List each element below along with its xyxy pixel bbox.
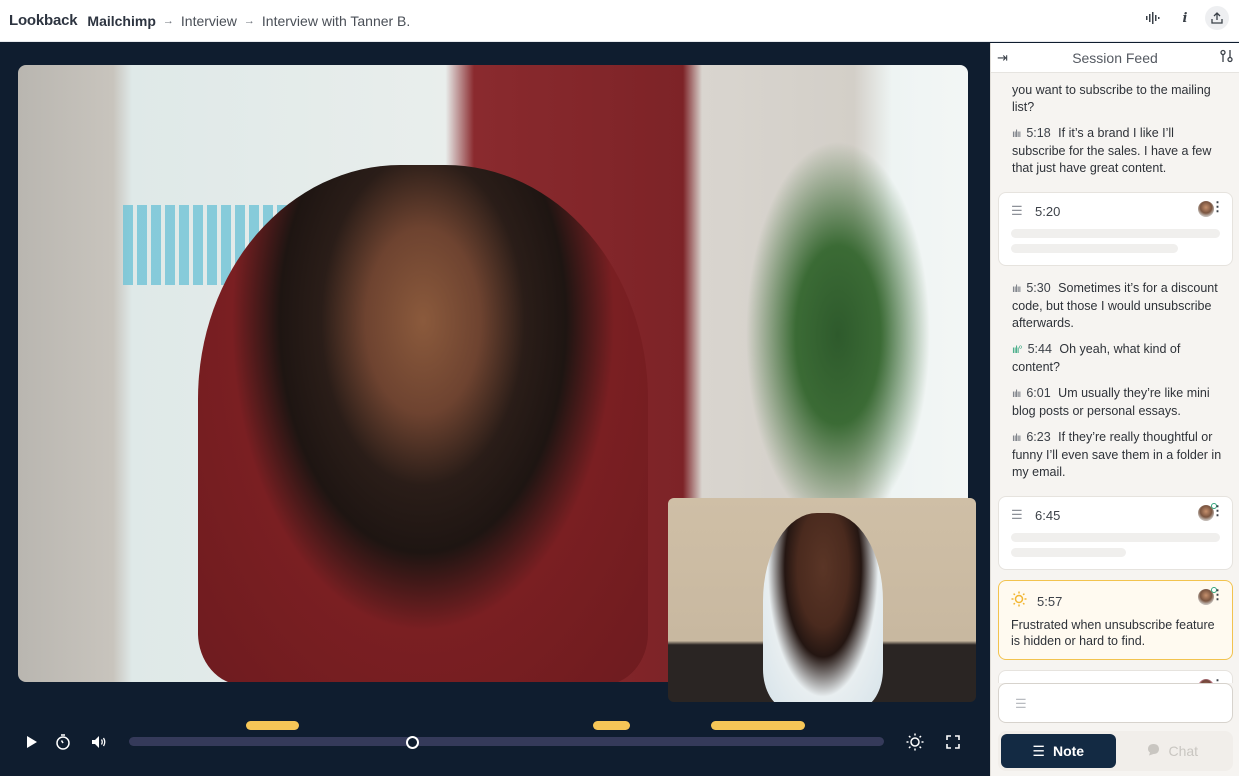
timer-button[interactable] [52, 731, 74, 753]
waveform-icon: ıılıı [1012, 389, 1021, 400]
waveform-icon: ıılıı [1012, 433, 1021, 444]
breadcrumb-arrow-icon: → [243, 14, 255, 27]
transcript-item[interactable]: ıılıı 5:18 If it’s a brand I like I’ll su… [991, 125, 1239, 177]
info-icon[interactable]: i [1173, 6, 1197, 30]
timeline-highlight-marker[interactable] [593, 721, 630, 730]
transcript-item[interactable]: ıılıı 5:30 Sometimes it’s for a discount … [991, 280, 1239, 332]
note-lines-icon: ☰ [1015, 696, 1027, 711]
timeline-scrubber[interactable] [406, 736, 420, 749]
volume-button[interactable] [88, 731, 110, 753]
tab-chat-label: Chat [1168, 743, 1199, 759]
audio-waveform-icon[interactable] [1141, 6, 1165, 30]
session-feed-panel: ⇥ Session Feed you want to subscribe to … [990, 43, 1239, 776]
waveform-icon: ıılıı [1012, 129, 1021, 140]
note-timestamp[interactable]: 6:45 [1035, 508, 1060, 523]
transcript-timestamp[interactable]: 6:23 [1026, 430, 1050, 444]
collapse-panel-icon[interactable]: ⇥ [997, 50, 1008, 66]
tab-note[interactable]: ☰ Note [1001, 734, 1116, 768]
chat-bubble-icon [1147, 743, 1160, 759]
note-lines-icon: ☰ [1011, 507, 1023, 522]
note-lines-icon: ☰ [1011, 203, 1023, 218]
more-options-icon[interactable]: ⋮ [1211, 588, 1224, 601]
transcript-item[interactable]: you want to subscribe to the mailing lis… [991, 82, 1239, 116]
timeline-track[interactable] [129, 737, 884, 746]
composer-mode-tabs: ☰ Note Chat [998, 731, 1233, 771]
waveform-icon: ıılıı [1012, 284, 1021, 295]
feed-item-clipped [991, 73, 1239, 82]
breadcrumb-project[interactable]: Interview [181, 13, 237, 29]
tab-note-label: Note [1052, 743, 1085, 759]
note-card[interactable]: ☰ 5:20 ⋮ [998, 192, 1233, 266]
session-feed-title: Session Feed [1072, 49, 1158, 66]
note-skeleton-line [1011, 548, 1126, 557]
transcript-item[interactable]: ıılıı 6:23 If they’re really thoughtful o… [991, 429, 1239, 481]
transcript-item[interactable]: ıılı° 5:44 Oh yeah, what kind of content? [991, 341, 1239, 376]
brightness-button[interactable] [904, 731, 926, 753]
participant-figure [198, 165, 648, 682]
more-options-icon[interactable]: ⋮ [1211, 200, 1224, 213]
breadcrumb: Mailchimp → Interview → Interview with T… [87, 13, 410, 29]
note-skeleton-line [1011, 244, 1179, 253]
highlight-timestamp[interactable]: 5:57 [1037, 594, 1062, 609]
transcript-item[interactable]: ıılıı 6:01 Um usually they’re like mini b… [991, 385, 1239, 420]
more-options-icon[interactable]: ⋮ [1211, 504, 1224, 517]
timeline-highlight-marker[interactable] [711, 721, 806, 730]
session-feed-header: ⇥ Session Feed [991, 43, 1239, 73]
transcript-timestamp[interactable]: 5:30 [1026, 281, 1050, 295]
interviewer-video-pip[interactable] [668, 498, 976, 702]
transcript-text: you want to subscribe to the mailing lis… [1012, 83, 1211, 114]
breadcrumb-arrow-icon: → [162, 14, 174, 27]
waveform-interviewer-icon: ıılı° [1012, 345, 1023, 356]
lookback-logo[interactable]: Lookback [9, 12, 78, 29]
session-feed-list[interactable]: you want to subscribe to the mailing lis… [991, 73, 1239, 683]
interviewer-figure [763, 513, 883, 702]
tab-chat[interactable]: Chat [1116, 734, 1231, 768]
transcript-timestamp[interactable]: 5:18 [1026, 126, 1050, 140]
note-input[interactable]: ☰ [998, 683, 1233, 723]
highlight-text: Frustrated when unsubscribe feature is h… [1011, 618, 1215, 648]
note-card[interactable]: ☰ 7:23 ⋮ [998, 670, 1233, 683]
plant-background [738, 125, 938, 545]
breadcrumb-session: Interview with Tanner B. [261, 12, 411, 29]
transcript-timestamp[interactable]: 5:44 [1028, 342, 1052, 356]
note-lines-icon: ☰ [1032, 742, 1045, 759]
fullscreen-button[interactable] [942, 731, 964, 753]
note-skeleton-line [1011, 533, 1220, 542]
note-card[interactable]: ☰ 6:45 ⋮ [998, 496, 1233, 570]
player-controls [0, 703, 990, 776]
highlight-sun-icon [1011, 591, 1027, 611]
top-actions: i [1141, 6, 1229, 30]
breadcrumb-org[interactable]: Mailchimp [87, 13, 155, 29]
share-icon[interactable] [1205, 6, 1229, 30]
timeline-highlight-marker[interactable] [246, 721, 299, 730]
play-button[interactable] [20, 731, 42, 753]
note-timestamp[interactable]: 5:20 [1035, 204, 1060, 219]
note-skeleton-line [1011, 229, 1220, 238]
transcript-timestamp[interactable]: 6:01 [1026, 386, 1050, 400]
video-stage [0, 43, 990, 776]
filter-settings-icon[interactable] [1220, 49, 1233, 66]
top-bar: Lookback Mailchimp → Interview → Intervi… [0, 0, 1239, 42]
highlight-card[interactable]: 5:57 ⋮ Frustrated when unsubscribe featu… [998, 580, 1233, 660]
